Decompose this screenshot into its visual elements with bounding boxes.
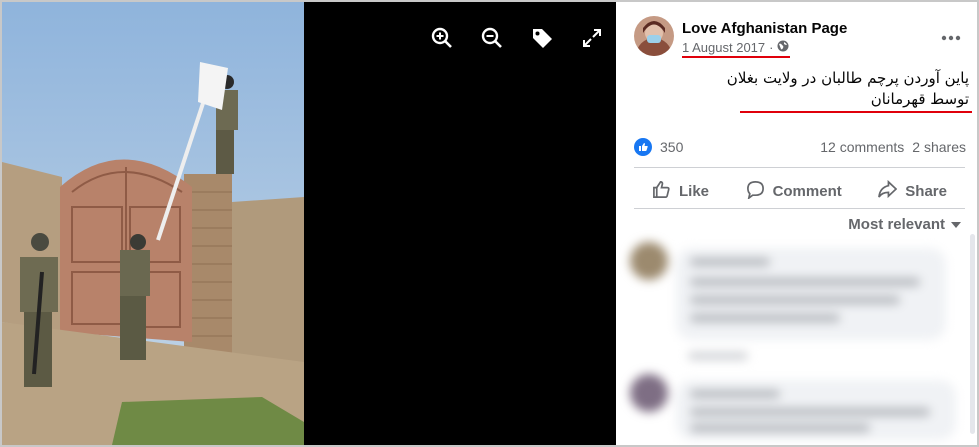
share-label: Share bbox=[905, 182, 947, 200]
comment-sort-dropdown[interactable]: Most relevant bbox=[848, 216, 961, 233]
divider-bottom bbox=[634, 208, 965, 209]
comment-label: Comment bbox=[772, 182, 842, 200]
comment-text-line bbox=[690, 424, 870, 432]
post-caption: پاین آوردن پرچم طالبان در ولایت بغلان تو… bbox=[639, 68, 969, 110]
caption-line-1: پاین آوردن پرچم طالبان در ولایت بغلان bbox=[726, 69, 969, 87]
share-button[interactable]: Share bbox=[860, 174, 965, 208]
like-label: Like bbox=[679, 182, 710, 200]
share-count[interactable]: 2 shares bbox=[912, 139, 966, 155]
photo-viewer bbox=[2, 2, 616, 445]
caption-highlight-underline bbox=[740, 111, 972, 113]
caption-line-2: توسط قهرمانان bbox=[870, 90, 969, 108]
comment-text-line bbox=[690, 314, 840, 322]
divider-top bbox=[634, 167, 965, 168]
fullscreen-icon[interactable] bbox=[580, 26, 604, 50]
zoom-out-icon[interactable] bbox=[480, 26, 504, 50]
meta-separator: · bbox=[769, 40, 774, 55]
comment-actions-line bbox=[688, 352, 748, 360]
viewer-controls bbox=[430, 26, 604, 50]
like-button[interactable]: Like bbox=[634, 174, 727, 208]
post-actions: Like Comment Share bbox=[634, 174, 965, 208]
photo-image bbox=[2, 2, 304, 445]
like-icon bbox=[652, 180, 671, 203]
tag-icon[interactable] bbox=[530, 26, 554, 50]
post-date[interactable]: 1 August 2017 bbox=[682, 40, 765, 55]
comment-avatar bbox=[630, 242, 668, 280]
post-photo[interactable] bbox=[2, 2, 304, 445]
author-name[interactable]: Love Afghanistan Page bbox=[682, 20, 847, 37]
comment-text-line bbox=[690, 390, 780, 398]
date-highlight-underline bbox=[682, 56, 790, 58]
comment-text-line bbox=[690, 278, 920, 286]
sort-label: Most relevant bbox=[848, 216, 945, 233]
like-count[interactable]: 350 bbox=[660, 139, 683, 155]
post-panel: Love Afghanistan Page 1 August 2017 · پا… bbox=[618, 2, 977, 445]
comment-text-line bbox=[690, 258, 770, 266]
comments-scrollbar[interactable] bbox=[970, 234, 975, 434]
comments-list-blurred bbox=[628, 234, 973, 445]
more-options-icon[interactable] bbox=[941, 28, 961, 46]
comment-icon bbox=[746, 180, 765, 203]
share-icon bbox=[878, 179, 898, 203]
zoom-in-icon[interactable] bbox=[430, 26, 454, 50]
comment-button[interactable]: Comment bbox=[728, 174, 860, 208]
comment-count[interactable]: 12 comments bbox=[820, 139, 904, 155]
comment-text-line bbox=[690, 296, 900, 304]
chevron-down-icon bbox=[951, 216, 961, 233]
like-reaction-icon[interactable] bbox=[634, 138, 652, 156]
author-avatar[interactable] bbox=[634, 16, 674, 56]
comment-avatar bbox=[630, 374, 668, 412]
comment-share-counts: 12 comments 2 shares bbox=[820, 139, 966, 155]
post-meta: 1 August 2017 · bbox=[682, 40, 789, 55]
comment-text-line bbox=[690, 408, 930, 416]
globe-icon bbox=[777, 40, 789, 55]
reaction-stats: 350 12 comments 2 shares bbox=[634, 136, 966, 158]
